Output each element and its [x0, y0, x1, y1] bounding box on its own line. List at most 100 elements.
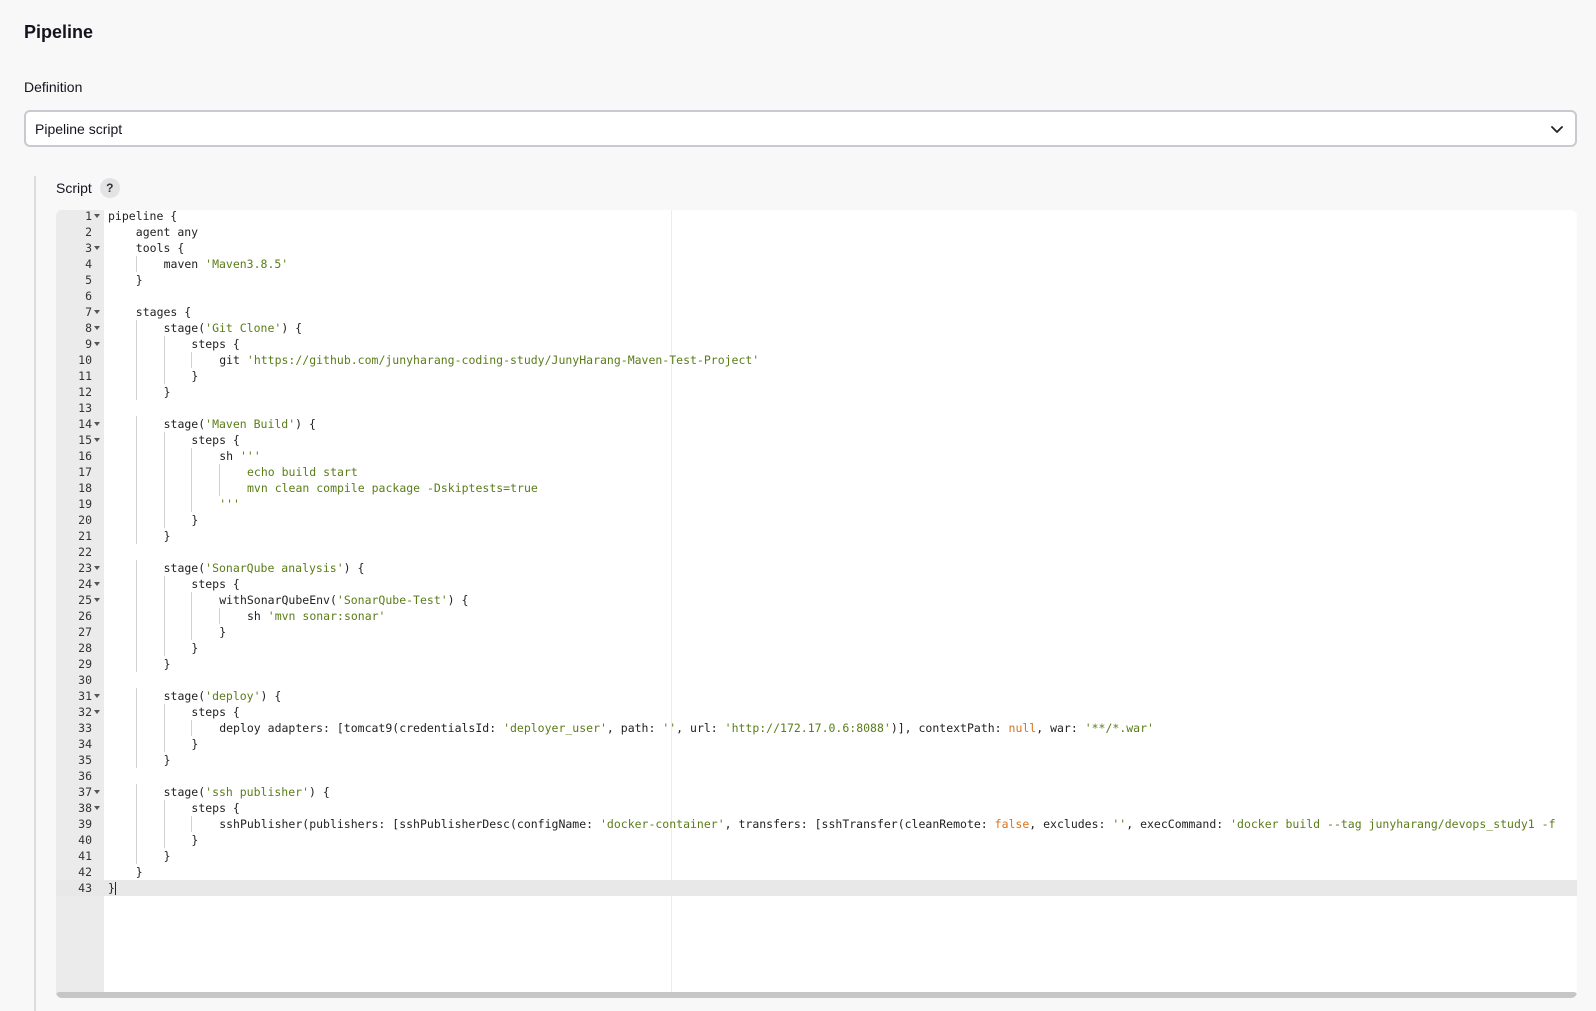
- indent-guide: [135, 464, 137, 480]
- fold-arrow-icon[interactable]: [94, 790, 100, 794]
- fold-arrow-icon[interactable]: [94, 326, 100, 330]
- fold-arrow-icon[interactable]: [94, 438, 100, 442]
- string-token: mvn clean compile package -Dskiptests=tr…: [247, 481, 538, 495]
- code-line[interactable]: 8 stage('Git Clone') {: [56, 320, 1577, 336]
- code-lines[interactable]: 1 pipeline {2 agent any 3 tools {4 maven 'Mav…: [56, 210, 1577, 896]
- code-line[interactable]: 16 sh ''': [56, 448, 1577, 464]
- fold-arrow-icon[interactable]: [94, 710, 100, 714]
- line-number: 21: [78, 529, 92, 543]
- indent-guide: [135, 784, 137, 800]
- horizontal-scrollbar[interactable]: [56, 992, 1577, 998]
- line-number: 32: [78, 705, 92, 719]
- code-line[interactable]: 35}: [56, 752, 1577, 768]
- code-line[interactable]: 19 ''': [56, 496, 1577, 512]
- code-text: stage('Maven Build') {: [164, 416, 316, 432]
- code-token: }: [163, 657, 171, 671]
- code-token: }: [108, 881, 115, 895]
- code-line[interactable]: 14 stage('Maven Build') {: [56, 416, 1577, 432]
- code-line[interactable]: 22: [56, 544, 1577, 560]
- code-line[interactable]: 7 stages {: [56, 304, 1577, 320]
- code-line[interactable]: 18 mvn clean compile package -Dskiptests=…: [56, 480, 1577, 496]
- line-number: 7: [85, 305, 92, 319]
- fold-arrow-icon[interactable]: [94, 422, 100, 426]
- fold-arrow-icon[interactable]: [94, 246, 100, 250]
- line-number: 24: [78, 577, 92, 591]
- code-line[interactable]: 17 echo build start: [56, 464, 1577, 480]
- fold-arrow-icon[interactable]: [94, 342, 100, 346]
- code-line[interactable]: 34}: [56, 736, 1577, 752]
- code-line[interactable]: 32 steps {: [56, 704, 1577, 720]
- code-line[interactable]: 38 steps {: [56, 800, 1577, 816]
- code-line[interactable]: 33 deploy adapters: [tomcat9(credentialsI…: [56, 720, 1577, 736]
- indent-guide: [191, 464, 193, 480]
- code-text: ''': [219, 496, 240, 512]
- code-line[interactable]: 40}: [56, 832, 1577, 848]
- code-line[interactable]: 11}: [56, 368, 1577, 384]
- indent-guide: [135, 336, 137, 352]
- code-line[interactable]: 23 stage('SonarQube analysis') {: [56, 560, 1577, 576]
- code-line[interactable]: 3 tools {: [56, 240, 1577, 256]
- string-token: '': [1112, 817, 1127, 831]
- code-line[interactable]: 26 sh 'mvn sonar:sonar': [56, 608, 1577, 624]
- code-line[interactable]: 6: [56, 288, 1577, 304]
- code-line[interactable]: 21}: [56, 528, 1577, 544]
- code-token: , excludes:: [1029, 817, 1113, 831]
- code-text: }: [191, 368, 198, 384]
- indent-guide: [163, 832, 165, 848]
- code-line[interactable]: 1 pipeline {: [56, 210, 1577, 224]
- help-icon[interactable]: ?: [99, 178, 120, 198]
- code-line[interactable]: 10 git 'https://github.com/junyharang-cod…: [56, 352, 1577, 368]
- code-line[interactable]: 9 steps {: [56, 336, 1577, 352]
- code-line[interactable]: 28}: [56, 640, 1577, 656]
- line-number: 31: [78, 689, 92, 703]
- script-editor[interactable]: 1 pipeline {2 agent any 3 tools {4 maven 'Mav…: [56, 210, 1577, 998]
- line-number: 10: [78, 353, 92, 367]
- line-number: 30: [78, 673, 92, 687]
- chevron-down-icon: [1551, 126, 1563, 133]
- code-token: sh: [219, 449, 240, 463]
- indent-guide: [163, 464, 165, 480]
- line-number: 29: [78, 657, 92, 671]
- fold-arrow-icon[interactable]: [94, 694, 100, 698]
- code-line[interactable]: 37 stage('ssh publisher') {: [56, 784, 1577, 800]
- code-text: sh 'mvn sonar:sonar': [247, 608, 385, 624]
- code-token: deploy adapters: [tomcat9(credentialsId:: [219, 721, 504, 735]
- code-line[interactable]: 2 agent any: [56, 224, 1577, 240]
- code-token: ) {: [295, 417, 316, 431]
- fold-arrow-icon[interactable]: [94, 598, 100, 602]
- fold-arrow-icon[interactable]: [94, 566, 100, 570]
- code-line[interactable]: 27}: [56, 624, 1577, 640]
- code-line[interactable]: 12}: [56, 384, 1577, 400]
- indent-guide: [163, 704, 165, 720]
- line-number: 28: [78, 641, 92, 655]
- code-line[interactable]: 43}: [56, 880, 1577, 896]
- line-number: 43: [78, 881, 92, 895]
- indent-guide: [135, 608, 137, 624]
- code-line[interactable]: 36: [56, 768, 1577, 784]
- code-line[interactable]: 25 withSonarQubeEnv('SonarQube-Test') {: [56, 592, 1577, 608]
- code-line[interactable]: 24 steps {: [56, 576, 1577, 592]
- code-line[interactable]: 30: [56, 672, 1577, 688]
- indent-guide: [163, 576, 165, 592]
- code-line[interactable]: 20}: [56, 512, 1577, 528]
- code-text: }: [191, 832, 198, 848]
- code-line[interactable]: 39 sshPublisher(publishers: [sshPublisher…: [56, 816, 1577, 832]
- string-token: 'docker build --tag junyharang/devops_st…: [1230, 817, 1556, 831]
- code-line[interactable]: 41}: [56, 848, 1577, 864]
- code-line[interactable]: 13: [56, 400, 1577, 416]
- fold-arrow-icon[interactable]: [94, 582, 100, 586]
- fold-arrow-icon[interactable]: [94, 806, 100, 810]
- code-line[interactable]: 42}: [56, 864, 1577, 880]
- code-token: }: [135, 865, 143, 879]
- indent-guide: [191, 352, 193, 368]
- fold-arrow-icon[interactable]: [94, 310, 100, 314]
- definition-select[interactable]: Pipeline script: [24, 110, 1577, 147]
- code-line[interactable]: 5}: [56, 272, 1577, 288]
- indent-guide: [135, 448, 137, 464]
- code-line[interactable]: 29}: [56, 656, 1577, 672]
- code-line[interactable]: 4 maven 'Maven3.8.5': [56, 256, 1577, 272]
- fold-arrow-icon[interactable]: [94, 214, 100, 218]
- code-text: }: [164, 848, 171, 864]
- code-line[interactable]: 31 stage('deploy') {: [56, 688, 1577, 704]
- code-line[interactable]: 15 steps {: [56, 432, 1577, 448]
